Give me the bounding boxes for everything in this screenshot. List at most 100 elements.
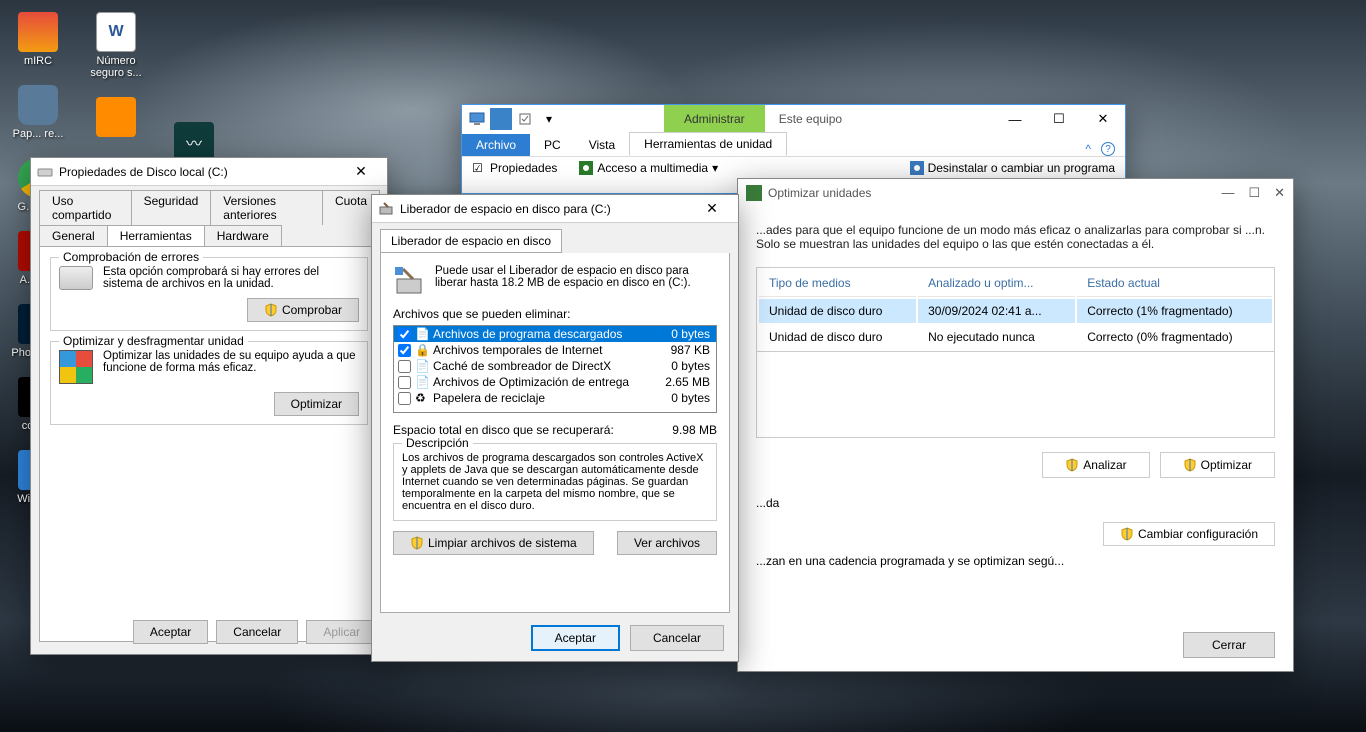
error-check-desc: Esta opción comprobará si hay errores de… [103,266,359,290]
properties-title: Propiedades de Disco local (C:) [59,165,341,179]
properties-dialog-buttons: Aceptar Cancelar Aplicar [133,620,377,644]
cleanup-total: Espacio total en disco que se recuperará… [393,423,717,437]
total-value: 9.98 MB [672,423,717,437]
gear-box-icon [910,161,924,175]
recycle-icon: ♻ [415,391,429,405]
view-files-button[interactable]: Ver archivos [617,531,717,555]
explorer-tabs: Archivo PC Vista Herramientas de unidad … [462,133,1125,157]
tab-uso-compartido[interactable]: Uso compartido [39,190,132,225]
cleanup-file-list[interactable]: 📄 Archivos de programa descargados 0 byt… [393,325,717,413]
qat-dropdown-icon[interactable]: ▾ [538,108,560,130]
file-checkbox[interactable] [398,344,411,357]
cleanup-tabs: Liberador de espacio en disco [372,223,738,253]
minimize-button[interactable]: — [993,105,1037,133]
tab-general[interactable]: General [39,225,108,246]
optimize-group: Optimizar y desfragmentar unidad Optimiz… [50,341,368,425]
tab-archivo[interactable]: Archivo [462,134,530,156]
ok-button[interactable]: Aceptar [133,620,208,644]
properties-content: Comprobación de errores Esta opción comp… [39,246,379,642]
close-button[interactable]: ✕ [692,200,732,217]
tab-versiones-anteriores[interactable]: Versiones anteriores [210,190,323,225]
explorer-titlebar: ▾ Administrar Este equipo — ☐ ✕ [462,105,1125,133]
file-row[interactable]: ♻ Papelera de reciclaje 0 bytes [394,390,716,406]
apply-button[interactable]: Aplicar [306,620,377,644]
file-icon: 📄 [415,375,429,389]
error-check-group: Comprobación de errores Esta opción comp… [50,257,368,331]
drive-row[interactable]: Unidad de disco duro30/09/2024 02:41 a..… [759,299,1272,323]
shield-icon [1120,527,1134,541]
file-row[interactable]: 📄 Archivos de Optimización de entrega 2.… [394,374,716,390]
window-controls: — ☐ ✕ [993,105,1125,133]
tab-hardware[interactable]: Hardware [204,225,282,246]
col-status[interactable]: Estado actual [1077,270,1272,297]
section-label: ...da [756,496,1275,510]
desktop-icon-word-doc[interactable]: W Número seguro s... [84,12,148,79]
file-row[interactable]: 📄 Archivos de programa descargados 0 byt… [394,326,716,342]
lock-icon: 🔒 [415,343,429,357]
close-button[interactable]: ✕ [341,163,381,180]
maximize-button[interactable]: ☐ [1248,185,1260,201]
desktop-icon-audacity[interactable] [84,97,148,140]
optimize-body: ...ades para que el equipo funcione de u… [738,207,1293,668]
col-media[interactable]: Tipo de medios [759,270,916,297]
close-button[interactable]: Cerrar [1183,632,1275,658]
properties-tabs-row1: Uso compartido Seguridad Versiones anter… [31,186,387,225]
schedule-text: ...zan en una cadencia programada y se o… [756,554,1275,568]
ok-button[interactable]: Aceptar [531,625,620,651]
optimize-titlebar: Optimizar unidades — ☐ ✕ [738,179,1293,207]
tab-vista[interactable]: Vista [575,134,629,156]
file-row[interactable]: 🔒 Archivos temporales de Internet 987 KB [394,342,716,358]
analyze-button[interactable]: Analizar [1042,452,1149,478]
qat-item[interactable] [514,108,536,130]
properties-titlebar: Propiedades de Disco local (C:) ✕ [31,158,387,186]
explorer-contextual-tab[interactable]: Administrar [664,105,765,133]
maximize-button[interactable]: ☐ [1037,105,1081,133]
group-title: Comprobación de errores [59,250,203,264]
ribbon-desinstalar[interactable]: Desinstalar o cambiar un programa [910,161,1115,175]
ribbon-acceso-multimedia[interactable]: Acceso a multimedia ▾ [579,161,718,175]
tab-pc[interactable]: PC [530,134,575,156]
cancel-button[interactable]: Cancelar [216,620,298,644]
col-last[interactable]: Analizado u optim... [918,270,1075,297]
cleanup-large-icon [393,265,425,297]
file-checkbox[interactable] [398,328,411,341]
drive-icon [37,164,53,180]
cancel-button[interactable]: Cancelar [630,625,724,651]
drive-icon [59,266,93,290]
tab-liberador[interactable]: Liberador de espacio en disco [380,229,562,253]
change-config-button[interactable]: Cambiar configuración [1103,522,1275,546]
optimize-button[interactable]: Optimizar [1160,452,1275,478]
file-checkbox[interactable] [398,392,411,405]
ribbon-toggle-icon[interactable]: ^ [1085,142,1091,156]
shield-icon [1183,458,1197,472]
file-icon: 📄 [415,327,429,341]
optimize-desc: Optimizar las unidades de su equipo ayud… [103,350,359,374]
cleanup-titlebar: Liberador de espacio en disco para (C:) … [372,195,738,223]
defrag-icon [59,350,93,384]
desc-title: Descripción [402,436,473,450]
desktop-icon-recycle[interactable]: Pap... re... [6,85,70,140]
cleanup-intro-text: Puede usar el Liberador de espacio en di… [435,265,717,289]
qat-item[interactable] [490,108,512,130]
minimize-button[interactable]: — [1221,185,1234,201]
help-icon[interactable]: ? [1101,142,1115,156]
file-checkbox[interactable] [398,360,411,373]
explorer-ribbon: ☑ Propiedades Acceso a multimedia ▾ Desi… [462,157,1125,179]
clean-system-files-button[interactable]: Limpiar archivos de sistema [393,531,594,555]
file-checkbox[interactable] [398,376,411,389]
checkbox-icon: ☑ [472,161,486,175]
close-button[interactable]: ✕ [1081,105,1125,133]
file-row[interactable]: 📄 Caché de sombreador de DirectX 0 bytes [394,358,716,374]
check-button[interactable]: Comprobar [247,298,359,322]
desktop-icon-mirc[interactable]: mIRC [6,12,70,67]
tab-herramientas[interactable]: Herramientas [107,225,205,246]
tab-seguridad[interactable]: Seguridad [131,190,212,225]
tab-herramientas-unidad[interactable]: Herramientas de unidad [629,132,787,156]
defrag-icon [746,185,762,201]
optimize-button[interactable]: Optimizar [274,392,359,416]
properties-window: Propiedades de Disco local (C:) ✕ Uso co… [30,157,388,655]
ribbon-properties[interactable]: ☑ Propiedades [472,161,557,175]
cleanup-dialog-buttons: Aceptar Cancelar [531,625,724,651]
close-button[interactable]: ✕ [1274,185,1285,201]
drive-row[interactable]: Unidad de disco duroNo ejecutado nuncaCo… [759,325,1272,349]
